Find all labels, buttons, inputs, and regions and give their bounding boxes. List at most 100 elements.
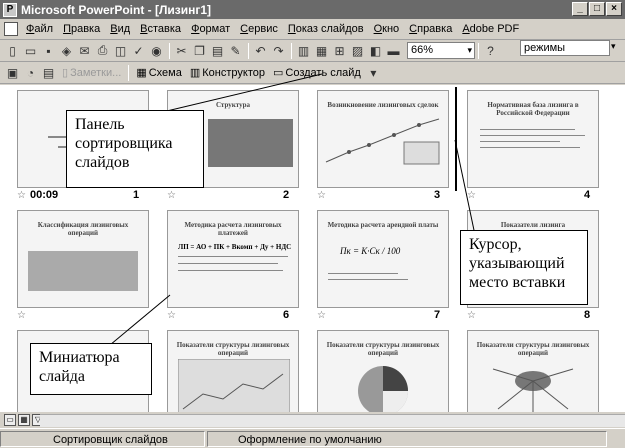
table-icon[interactable]: ▦ — [313, 42, 330, 59]
slide-number: 7 — [434, 309, 441, 321]
grayscale-icon[interactable]: ◧ — [367, 42, 384, 59]
slide-formula: Пк = К·Ск / 100 — [340, 246, 401, 256]
diagram-graphic — [325, 118, 440, 165]
slide-title: Методика расчета лизинговых платежей — [184, 221, 282, 237]
slide-timing: 00:09 — [30, 189, 59, 201]
research-icon[interactable]: ◉ — [148, 42, 165, 59]
toolbar-options-icon[interactable]: ▾ — [365, 64, 382, 81]
callout-sorter-panel: Панель сортировщика слайдов — [66, 110, 204, 188]
zoom-select[interactable]: 66% — [407, 42, 475, 59]
scheme-button[interactable]: ▦ Схема — [132, 64, 186, 81]
slide-number: 8 — [584, 309, 591, 321]
menu-view[interactable]: Вид — [105, 20, 135, 38]
slide-thumbnail-12[interactable]: Показатели структуры лизинговых операций — [467, 330, 599, 412]
slide-number: 4 — [584, 189, 591, 201]
menu-insert[interactable]: Вставка — [135, 20, 186, 38]
document-icon[interactable] — [4, 22, 18, 36]
status-bar: Сортировщик слайдов Оформление по умолча… — [0, 428, 625, 448]
expand-icon[interactable]: ⊞ — [331, 42, 348, 59]
paste-icon[interactable]: ▤ — [209, 42, 226, 59]
radial-diagram-graphic — [492, 368, 574, 412]
slide-number: 6 — [283, 309, 290, 321]
slide-title: Показатели лизинга — [500, 221, 566, 229]
new-slide-button[interactable]: ▭ Создать слайд — [269, 64, 365, 81]
spelling-icon[interactable]: ✓ — [130, 42, 147, 59]
line-chart-graphic — [178, 359, 290, 412]
notes-button[interactable]: ▯ Заметки... — [58, 64, 125, 81]
print-icon[interactable]: ⎙ — [94, 42, 111, 59]
menu-slideshow[interactable]: Показ слайдов — [283, 20, 369, 38]
slide-title: Нормативная база лизинга в Российской Фе… — [487, 101, 579, 117]
new-icon[interactable]: ▯ — [4, 42, 21, 59]
chart-icon[interactable]: ▥ — [295, 42, 312, 59]
menu-window[interactable]: Окно — [369, 20, 405, 38]
slide-thumbnail-6[interactable]: Методика расчета лизинговых платежей ЛП … — [167, 210, 299, 308]
menu-tools[interactable]: Сервис — [235, 20, 283, 38]
slide-number: 3 — [434, 189, 441, 201]
hide-slide-icon[interactable]: ▣ — [4, 64, 21, 81]
menu-format[interactable]: Формат — [186, 20, 235, 38]
save-icon[interactable]: ▪ — [40, 42, 57, 59]
normal-view-icon[interactable]: ▭ — [4, 414, 16, 426]
menu-adobe-pdf[interactable]: Adobe PDF — [457, 20, 524, 38]
slide-number: 1 — [133, 189, 140, 201]
status-design: Оформление по умолчанию — [207, 430, 607, 447]
transition-icon[interactable]: ☆ — [317, 190, 326, 201]
email-icon[interactable]: ✉ — [76, 42, 93, 59]
slide-thumbnail-4[interactable]: Нормативная база лизинга в Российской Фе… — [467, 90, 599, 188]
slide-formula: ЛП = АО + ПК + Вкомп + Ду + НДС — [178, 243, 292, 251]
slide-title: Показатели структуры лизинговых операций — [326, 341, 440, 357]
undo-icon[interactable]: ↶ — [252, 42, 269, 59]
callout-insert-cursor: Курсор, указывающий место вставки — [460, 230, 588, 305]
slide-thumbnail-5[interactable]: Классификация лизинговых операций — [17, 210, 149, 308]
close-button[interactable]: × — [606, 2, 622, 16]
formatting-icon[interactable]: ▨ — [349, 42, 366, 59]
notes-label: Заметки... — [70, 66, 122, 79]
slide-title: Возникновение лизинговых сделок — [327, 101, 439, 109]
slide-thumbnail-11[interactable]: Показатели структуры лизинговых операций — [317, 330, 449, 412]
window-title: Microsoft PowerPoint - [Лизинг1] — [21, 2, 212, 17]
slide-thumbnail-3[interactable]: Возникновение лизинговых сделок — [317, 90, 449, 188]
designer-label: Конструктор — [202, 66, 265, 79]
slide-thumbnail-10[interactable]: Показатели структуры лизинговых операций — [167, 330, 299, 412]
color-icon[interactable]: ▬ — [385, 42, 402, 59]
format-painter-icon[interactable]: ✎ — [227, 42, 244, 59]
slide-sorter-view-icon[interactable]: ▦ — [18, 414, 30, 426]
transition-icon[interactable]: ☆ — [467, 310, 476, 321]
slide-title: Структура — [215, 101, 251, 109]
transition-icon[interactable]: ☆ — [467, 190, 476, 201]
redo-icon[interactable]: ↷ — [270, 42, 287, 59]
standard-toolbar: ▯ ▭ ▪ ◈ ✉ ⎙ ◫ ✓ ◉ ✂ ❐ ▤ ✎ ↶ ↷ ▥ ▦ ⊞ ▨ ◧ … — [0, 40, 625, 62]
slide-thumbnail-7[interactable]: Методика расчета арендной платы Пк = К·С… — [317, 210, 449, 308]
minimize-button[interactable]: _ — [572, 2, 588, 16]
insertion-cursor — [455, 87, 457, 191]
summary-slide-icon[interactable]: ▤ — [40, 64, 57, 81]
menu-help[interactable]: Справка — [404, 20, 457, 38]
transition-icon[interactable]: ☆ — [167, 310, 176, 321]
callout-slide-thumbnail: Миниатюра слайда — [30, 343, 152, 395]
transition-icon[interactable]: ☆ — [167, 190, 176, 201]
transition-icon[interactable]: ☆ — [317, 310, 326, 321]
title-bar: P Microsoft PowerPoint - [Лизинг1] _ □ × — [0, 0, 625, 19]
menu-bar: Файл Правка Вид Вставка Формат Сервис По… — [0, 19, 625, 56]
copy-icon[interactable]: ❐ — [191, 42, 208, 59]
slide-number: 2 — [283, 189, 290, 201]
help-icon[interactable]: ? — [482, 42, 499, 59]
maximize-button[interactable]: □ — [589, 2, 605, 16]
designer-button[interactable]: ▥ Конструктор — [186, 64, 269, 81]
transition-icon[interactable]: ☆ — [17, 190, 26, 201]
menu-edit[interactable]: Правка — [58, 20, 105, 38]
permission-icon[interactable]: ◈ — [58, 42, 75, 59]
rehearse-timings-icon[interactable]: ◔ — [22, 64, 39, 81]
pie-chart-graphic — [358, 366, 408, 412]
open-icon[interactable]: ▭ — [22, 42, 39, 59]
slide-title: Методика расчета арендной платы — [327, 221, 439, 229]
horizontal-scrollbar[interactable] — [40, 414, 625, 427]
powerpoint-app-icon[interactable]: P — [3, 2, 17, 17]
slide-sorter-toolbar: ▣ ◔ ▤ ▯ Заметки... ▦ Схема ▥ Конструктор… — [0, 62, 625, 84]
menu-file[interactable]: Файл — [21, 20, 58, 38]
cut-icon[interactable]: ✂ — [173, 42, 190, 59]
print-preview-icon[interactable]: ◫ — [112, 42, 129, 59]
transition-icon[interactable]: ☆ — [17, 310, 26, 321]
status-view: Сортировщик слайдов — [0, 430, 205, 447]
